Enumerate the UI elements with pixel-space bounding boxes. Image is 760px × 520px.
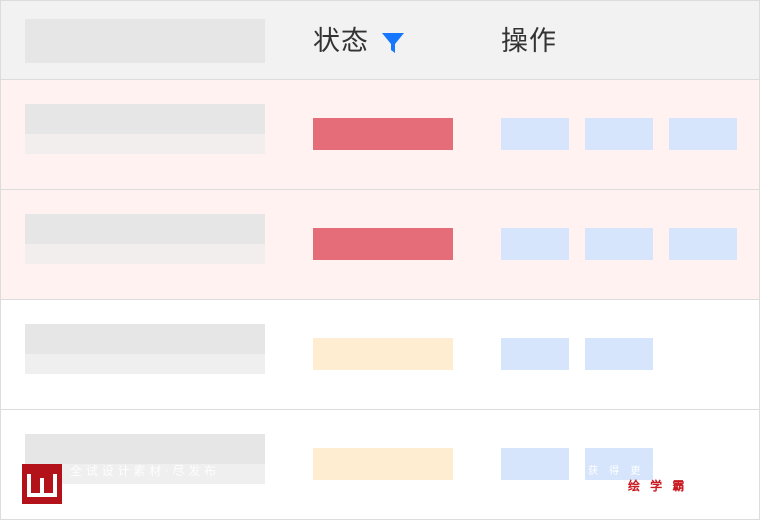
subtitle-placeholder — [25, 244, 265, 264]
action-button[interactable] — [501, 338, 569, 370]
action-button[interactable] — [585, 228, 653, 260]
name-placeholder — [25, 104, 265, 136]
status-badge — [313, 448, 453, 480]
watermark-underline — [70, 486, 230, 487]
status-badge — [313, 338, 453, 370]
watermark-logo-icon — [22, 464, 62, 504]
action-button[interactable] — [669, 228, 737, 260]
status-badge — [313, 118, 453, 150]
action-button[interactable] — [585, 118, 653, 150]
action-button[interactable] — [501, 118, 569, 150]
table-row[interactable] — [1, 300, 759, 410]
watermark-brand: 绘 学 霸 — [628, 479, 688, 493]
action-column-header: 操作 — [501, 26, 557, 57]
name-placeholder — [25, 214, 265, 246]
action-button[interactable] — [669, 118, 737, 150]
action-button[interactable] — [501, 228, 569, 260]
status-column-header: 状态 — [313, 26, 369, 57]
table-row[interactable] — [1, 190, 759, 300]
header-placeholder-column — [25, 19, 265, 63]
table-row[interactable] — [1, 80, 759, 190]
filter-icon[interactable] — [381, 31, 405, 55]
action-button[interactable] — [585, 338, 653, 370]
watermark-text: 全 试 设 计 素 材 · 尽 发 布 — [70, 464, 217, 478]
table-header: 状态 操作 — [1, 1, 759, 80]
data-table: 状态 操作 — [0, 0, 760, 520]
action-button[interactable] — [501, 448, 569, 480]
status-badge — [313, 228, 453, 260]
subtitle-placeholder — [25, 354, 265, 374]
watermark-caption: 获 得 更 多 免 — [588, 466, 687, 477]
name-placeholder — [25, 324, 265, 356]
subtitle-placeholder — [25, 134, 265, 154]
